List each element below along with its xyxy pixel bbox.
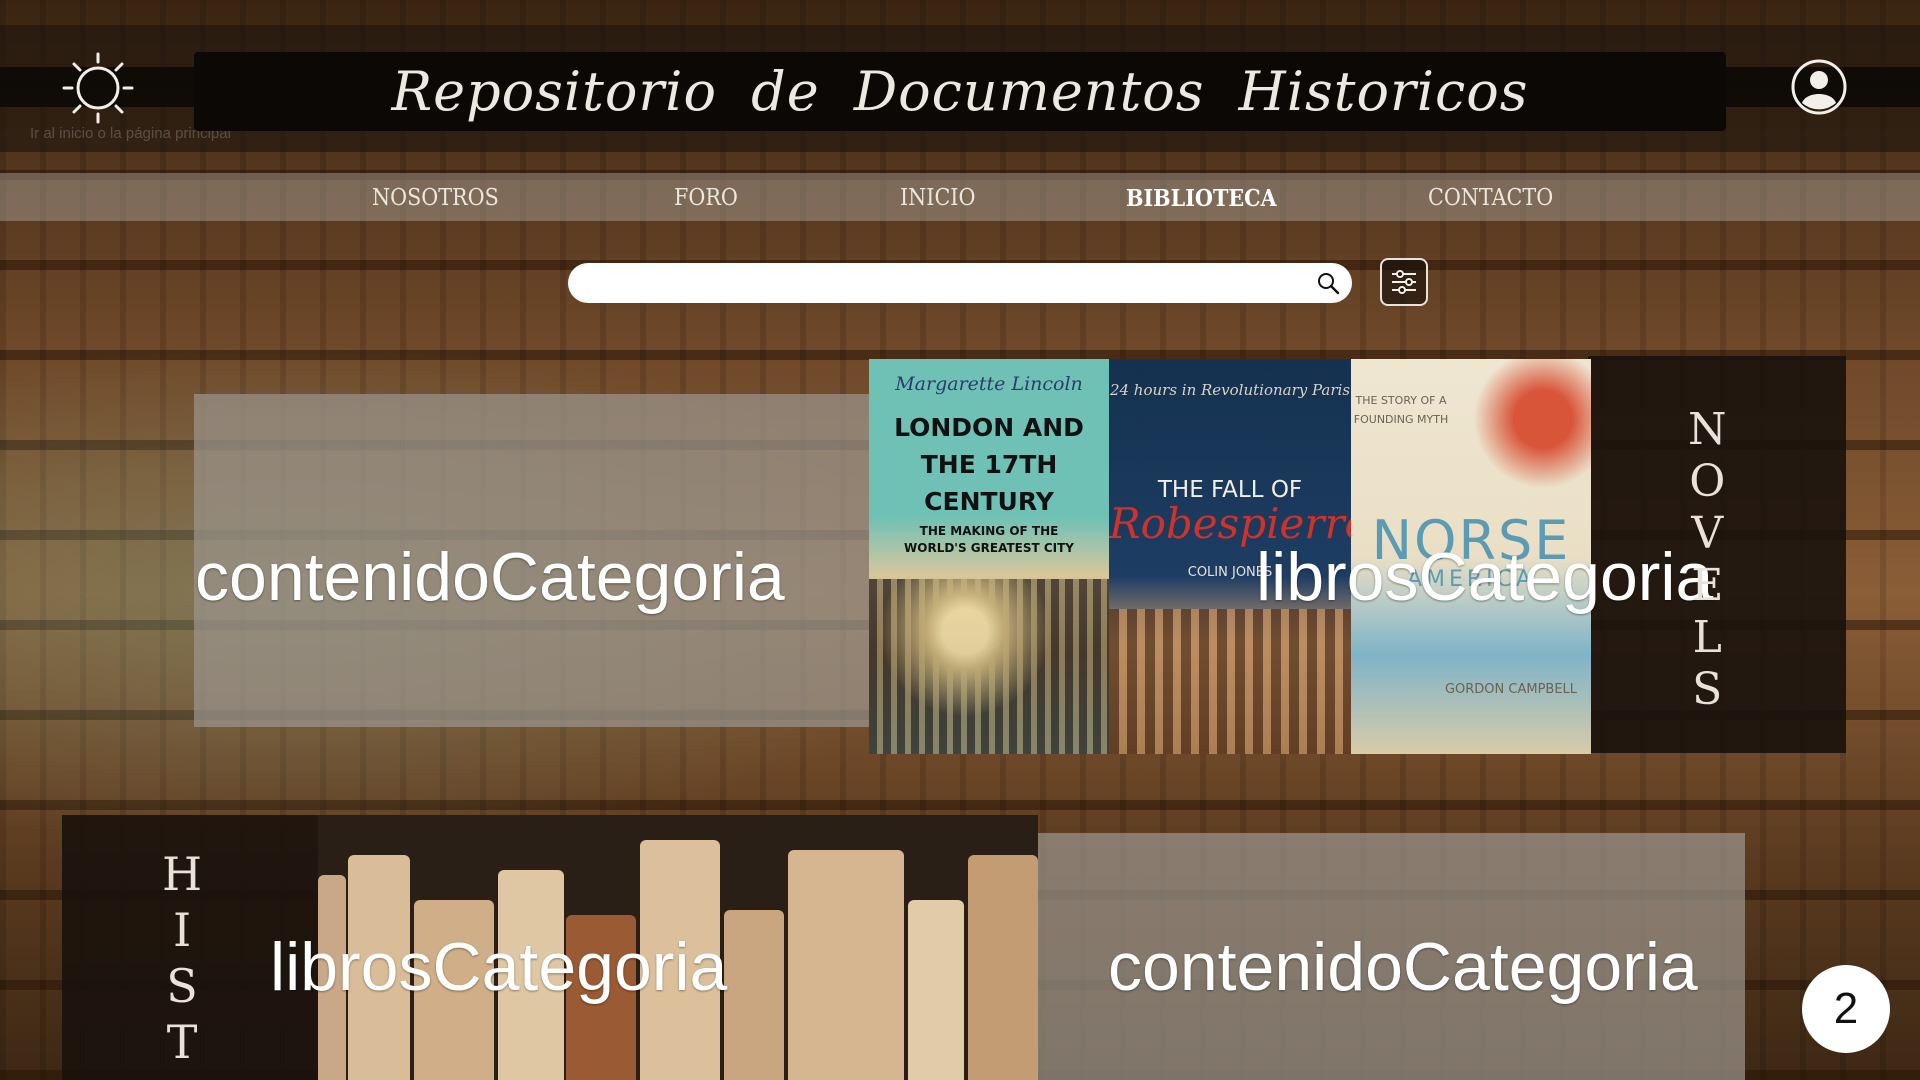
page-number-badge[interactable]: 2 [1802, 965, 1890, 1053]
nav-item-biblioteca[interactable]: BIBLIOTECA [1126, 185, 1277, 212]
book-spine [724, 910, 784, 1080]
page-title: Repositorio de Documentos Historicos [391, 60, 1529, 123]
nav-item-foro[interactable]: FORO [674, 185, 738, 211]
contenido-categoria-novels[interactable]: contenidoCategoria [195, 538, 785, 616]
cover-tagline: 24 hours in Revolutionary Paris [1109, 381, 1351, 399]
cover-artwork [1109, 609, 1351, 754]
cover-artwork-top [1471, 359, 1591, 509]
vertical-letter: L [1692, 612, 1722, 663]
vertical-letter: I [172, 903, 192, 957]
vertical-letter: E [1691, 560, 1724, 611]
book-spine [788, 850, 904, 1080]
cover-title: LONDON AND THE 17TH CENTURY [894, 413, 1084, 516]
nav-item-contacto[interactable]: CONTACTO [1428, 185, 1553, 211]
vertical-letter: N [1688, 404, 1727, 455]
book-cover-london[interactable]: Margarette Lincoln LONDON AND THE 17TH C… [869, 359, 1109, 754]
filter-button[interactable] [1380, 258, 1428, 306]
contenido-categoria-hist[interactable]: contenidoCategoria [1108, 928, 1698, 1006]
search-icon[interactable] [1316, 271, 1340, 295]
cover-author: GORDON CAMPBELL [1444, 682, 1578, 697]
title-bar: Repositorio de Documentos Historicos [194, 52, 1726, 131]
cover-author: Margarette Lincoln [895, 373, 1083, 395]
libros-categoria-novels[interactable]: librosCategoria [1256, 538, 1713, 616]
cover-artwork [869, 579, 1109, 754]
vertical-letter: T [166, 1015, 198, 1069]
nav-item-nosotros[interactable]: NOSOTROS [372, 185, 499, 211]
vertical-letter: H [162, 847, 203, 901]
vertical-letter: S [166, 959, 198, 1013]
cover-tagline: THE STORY OF A FOUNDING MYTH [1353, 394, 1449, 426]
libros-categoria-hist[interactable]: librosCategoria [270, 928, 727, 1006]
book-spine [968, 855, 1038, 1080]
main-nav: NOSOTROS FORO INICIO BIBLIOTECA CONTACTO [0, 173, 1920, 221]
sliders-icon [1392, 270, 1416, 294]
user-circle-icon[interactable] [1790, 58, 1848, 116]
book-spine [908, 900, 964, 1080]
nav-item-inicio[interactable]: INICIO [900, 185, 975, 211]
vertical-letter: O [1689, 456, 1726, 507]
vertical-letter: S [1692, 664, 1723, 715]
category-label-novels: N O V E L S [1688, 404, 1727, 716]
cover-subtitle: THE MAKING OF THE WORLD'S GREATEST CITY [904, 524, 1074, 555]
search-bar [568, 263, 1352, 303]
category-label-hist: H I S T [162, 846, 202, 1070]
vertical-letter: V [1691, 508, 1724, 559]
sun-moon-icon[interactable] [60, 50, 136, 126]
search-input[interactable] [586, 269, 1310, 299]
